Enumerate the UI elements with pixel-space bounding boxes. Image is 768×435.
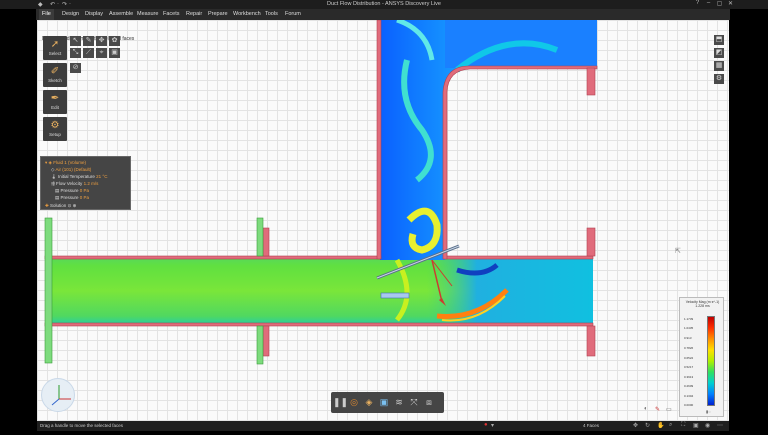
pressure-node-2[interactable]: ▤ Pressure 0 Pa [55, 195, 89, 201]
legend-tick: 0.7826 [684, 346, 694, 350]
pressure-node[interactable]: ▤ Pressure 0 Pa [55, 188, 89, 194]
probe-icon[interactable]: ✎ [655, 406, 660, 413]
chart-icon[interactable]: ▭ [666, 406, 672, 413]
menu-repair[interactable]: Repair [186, 11, 202, 17]
streamlines-icon[interactable]: ≋ [393, 396, 405, 408]
menu-display[interactable]: Display [85, 11, 103, 17]
menu-measure[interactable]: Measure [137, 11, 158, 17]
legend-tick: 0.5217 [684, 365, 694, 369]
legend-tick: 0.2609 [684, 384, 694, 388]
menu-prepare[interactable]: Prepare [208, 11, 228, 17]
menu-facets[interactable]: Facets [163, 11, 180, 17]
legend-tick: 0.913 [684, 336, 692, 340]
physics-tree-panel: ▾ ◈ Fluid 1 (Volume) ◇ Air (101) (Defaul… [40, 156, 131, 210]
pause-icon[interactable]: ❚❚ [333, 396, 348, 408]
pencil-icon: ✐ [50, 66, 60, 77]
volume-view-icon[interactable]: ▣ [378, 396, 390, 408]
blend-icon[interactable]: ⟋ [83, 48, 94, 58]
legend-tick: 1.0435 [684, 326, 694, 330]
palette-icon[interactable]: ◐ [644, 406, 648, 412]
cursor-icon: ➚ [50, 39, 60, 50]
combine-icon[interactable]: ⌖ [96, 48, 107, 58]
viewport-canvas[interactable]: Drag a handle to move the selected faces… [37, 20, 729, 421]
legend-tick: 0.0000 [684, 403, 694, 407]
paint-icon[interactable]: ✿ [109, 36, 120, 46]
reset-icon[interactable]: ◎ [348, 396, 360, 408]
status-bar: Drag a handle to move the selected faces… [37, 421, 729, 431]
axis-triad[interactable] [41, 378, 75, 412]
legend-tick: 1.1739 [684, 317, 694, 321]
sketch-options-icon[interactable]: ⊘ [70, 63, 81, 73]
window-title: Duct Flow Distribution - ANSYS Discovery… [326, 1, 441, 7]
record-menu-icon[interactable]: ▾ [491, 422, 494, 429]
record-icon[interactable]: ● [484, 422, 488, 428]
edge-select-icon[interactable]: ⤡ [70, 48, 81, 58]
close-icon[interactable]: ✕ [725, 0, 736, 7]
solid-view-icon[interactable]: ◈ [363, 396, 375, 408]
flow-simulation[interactable] [37, 20, 729, 421]
pin-icon[interactable]: ✥ [633, 422, 638, 429]
zoom-icon[interactable]: ⌕ [669, 422, 672, 429]
display-style-icon[interactable]: ◩ [714, 48, 724, 58]
velocity-legend: Velocity Mag (m s^-1) 1.228 ms 1.1739 1.… [679, 297, 724, 417]
menu-workbench[interactable]: Workbench [233, 11, 261, 17]
legend-settings-icon[interactable]: ▮◌ [706, 409, 711, 414]
box-icon[interactable]: ▣ [109, 48, 120, 58]
help-icon[interactable]: ? [692, 0, 703, 6]
simulation-playbar: ❚❚ ◎ ◈ ▣ ≋ ⤧ ⧈ [331, 392, 444, 413]
expand-icon[interactable]: ⤧ [408, 396, 420, 408]
more-icon[interactable]: ⋯ [717, 422, 723, 429]
rotate-icon[interactable]: ↻ [645, 422, 650, 429]
menu-file[interactable]: File [39, 9, 54, 20]
pull-icon[interactable]: ✎ [83, 36, 94, 46]
view-menu-icon[interactable]: ▣ [693, 422, 699, 429]
cube-icon[interactable]: ⧈ [423, 396, 435, 408]
maximize-icon[interactable]: ▢ [714, 0, 725, 7]
fluid-node[interactable]: ▾ ◈ Fluid 1 (Volume) [45, 160, 86, 166]
legend-subtitle: 1.228 ms [695, 304, 710, 308]
brush-icon: ✒ [50, 93, 60, 104]
sketch-tool-button[interactable]: ✐ Sketch [43, 63, 67, 87]
edit-tool-button[interactable]: ✒ Edit [43, 90, 67, 114]
mouse-cursor-icon: ⇱ [675, 248, 681, 255]
camera-icon[interactable]: ◉ [705, 422, 710, 429]
material-node[interactable]: ◇ Air (101) (Default) [51, 167, 91, 173]
legend-tick: 0.3913 [684, 375, 694, 379]
menu-tools[interactable]: Tools [265, 11, 278, 17]
solution-node[interactable]: ✚ Solution ⊙ ⊕ [45, 203, 76, 209]
axis-arrows-icon [51, 385, 71, 406]
move-icon[interactable]: ✥ [96, 36, 107, 46]
temperature-node[interactable]: 🌡 Initial Temperature 21 °C [51, 174, 107, 180]
selection-count: 4 Faces [583, 423, 600, 428]
menu-design[interactable]: Design [62, 11, 79, 17]
select-tool-button[interactable]: ➚ Select [43, 36, 67, 60]
select-arrow-icon[interactable]: ↖ [70, 36, 81, 46]
status-message: Drag a handle to move the selected faces [40, 423, 124, 428]
setup-tool-button[interactable]: ⚙ Setup [43, 117, 67, 141]
fit-icon[interactable]: ⛶ [681, 422, 685, 429]
settings-gear-icon[interactable]: ⚙ [714, 74, 724, 84]
menu-assemble[interactable]: Assemble [109, 11, 133, 17]
minimize-icon[interactable]: – [703, 0, 714, 6]
view-cube-icon[interactable]: ⬒ [714, 35, 724, 45]
setup-icon: ⚙ [50, 120, 60, 131]
legend-colorbar [707, 316, 715, 406]
legend-tick: 0.6522 [684, 356, 694, 360]
pan-icon[interactable]: ✋ [657, 422, 664, 429]
legend-tick: 0.1304 [684, 394, 694, 398]
velocity-node[interactable]: ⇶ Flow Velocity 1.2 m/s [51, 181, 98, 187]
menu-forum[interactable]: Forum [285, 11, 301, 17]
title-bar: ◆ ↶ · ↷ · Duct Flow Distribution - ANSYS… [0, 0, 768, 9]
layout-grid-icon[interactable]: ▦ [714, 61, 724, 71]
menu-bar: File Design Display Assemble Measure Fac… [36, 9, 730, 20]
